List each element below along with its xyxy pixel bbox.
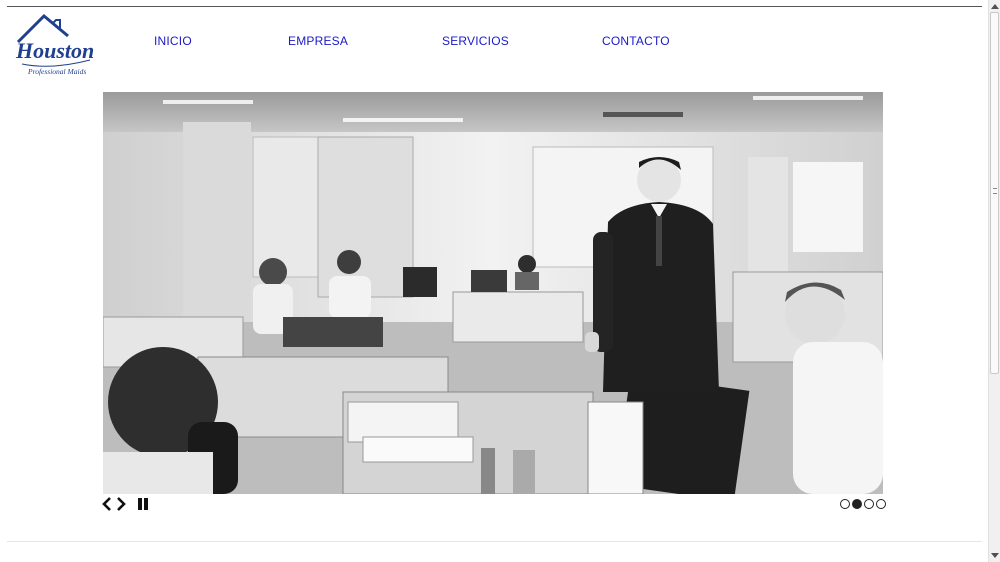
nav-link-contacto[interactable]: CONTACTO xyxy=(602,34,670,48)
logo-brand: Houston xyxy=(15,38,94,63)
nav-link-servicios[interactable]: SERVICIOS xyxy=(442,34,509,48)
slide-dot-3[interactable] xyxy=(864,499,874,509)
slide-dot-4[interactable] xyxy=(876,499,886,509)
scroll-down-arrow-icon[interactable] xyxy=(989,550,1000,562)
scroll-up-arrow-icon[interactable] xyxy=(989,0,1000,12)
nav-link-inicio[interactable]: INICIO xyxy=(154,34,192,48)
scrollbar-thumb[interactable] xyxy=(990,12,999,374)
office-photo xyxy=(103,92,883,494)
slideshow-controls xyxy=(102,497,150,511)
grip-icon xyxy=(993,188,997,194)
pause-icon[interactable] xyxy=(136,497,150,511)
slideshow-image[interactable] xyxy=(103,92,883,494)
vertical-scrollbar[interactable] xyxy=(988,0,1000,562)
logo[interactable]: Houston Professional Maids xyxy=(12,12,96,82)
nav-link-empresa[interactable]: EMPRESA xyxy=(288,34,348,48)
chevron-left-icon[interactable] xyxy=(102,497,112,511)
page: Houston Professional Maids INICIO EMPRES… xyxy=(0,0,1000,562)
logo-graphic: Houston Professional Maids xyxy=(15,13,94,76)
chevron-right-icon[interactable] xyxy=(116,497,126,511)
slide-dot-2[interactable] xyxy=(852,499,862,509)
bottom-divider xyxy=(7,541,982,542)
slideshow-pagination xyxy=(840,499,886,509)
top-divider xyxy=(7,6,982,7)
logo-tagline: Professional Maids xyxy=(27,67,86,76)
slide-dot-1[interactable] xyxy=(840,499,850,509)
